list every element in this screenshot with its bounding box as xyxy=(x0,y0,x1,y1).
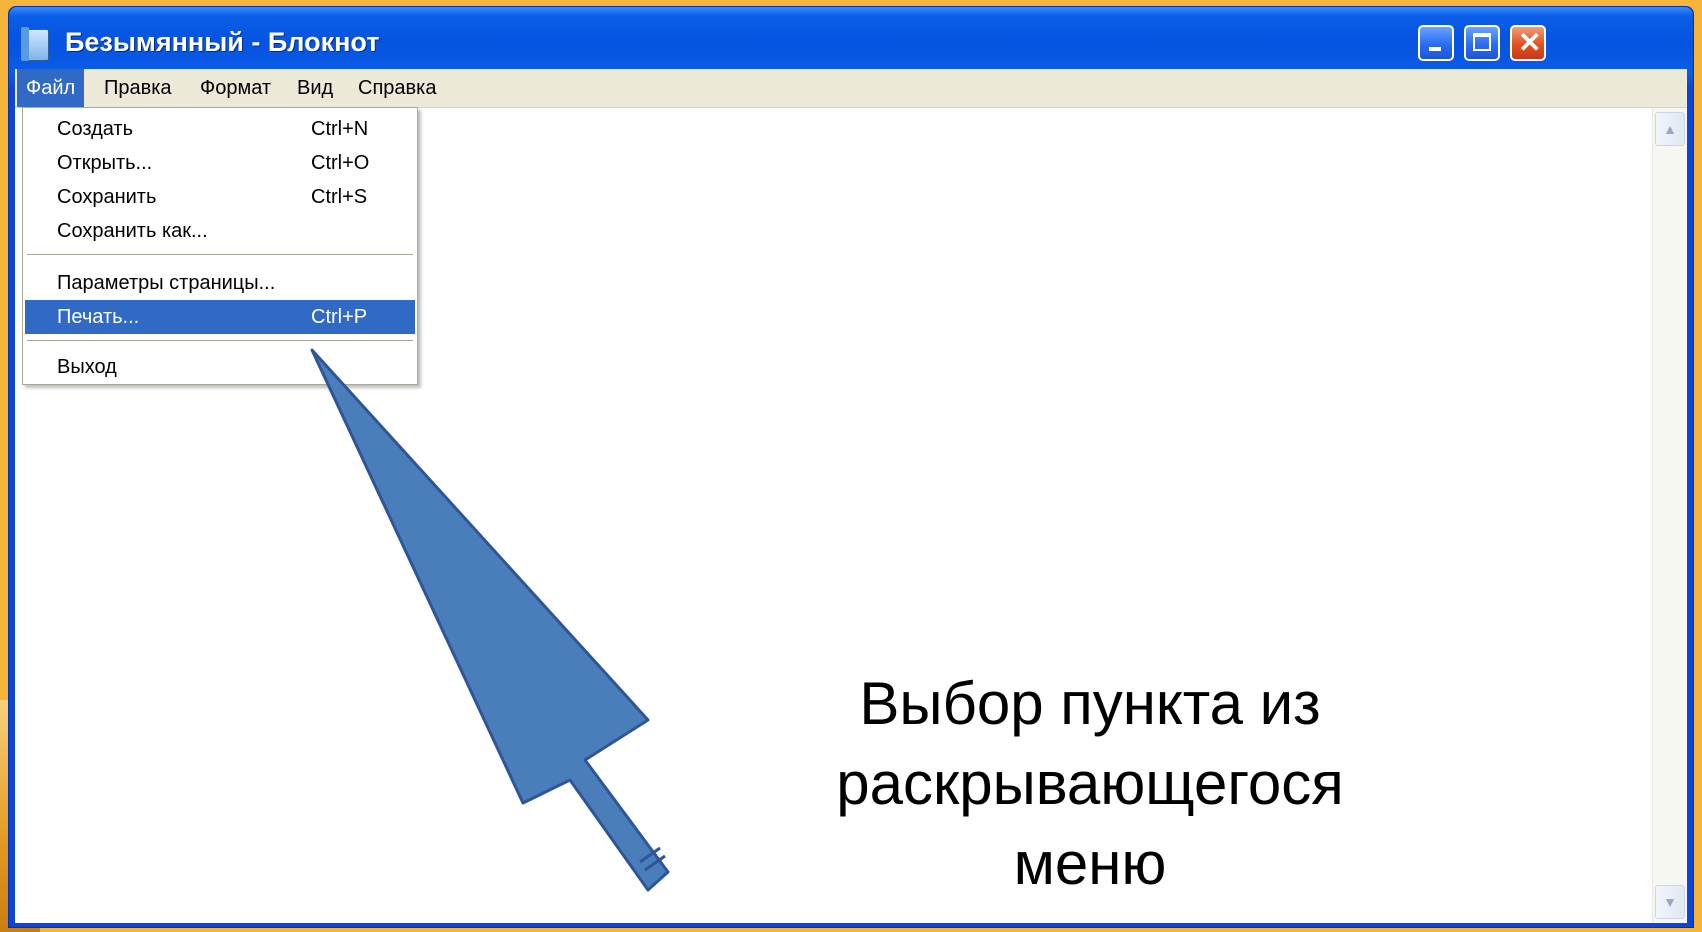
annotation-caption: Выбор пункта из раскрывающегося меню xyxy=(700,664,1480,904)
menu-bar: Файл Правка Формат Вид Справка xyxy=(15,69,1687,108)
menu-item-exit[interactable]: Выход xyxy=(25,350,415,384)
menu-item-print[interactable]: Печать... Ctrl+P xyxy=(25,300,415,334)
file-menu-dropdown: Создать Ctrl+N Открыть... Ctrl+O Сохрани… xyxy=(22,107,418,385)
caption-line-2: раскрывающегося xyxy=(836,750,1344,817)
scroll-up-button[interactable]: ▲ xyxy=(1655,112,1685,146)
close-button[interactable]: ✕ xyxy=(1510,25,1546,61)
menu-item-label: Параметры страницы... xyxy=(57,272,276,294)
caption-line-1: Выбор пункта из xyxy=(859,670,1321,737)
notepad-icon xyxy=(21,27,49,61)
menu-edit[interactable]: Правка xyxy=(95,69,181,107)
menu-item-label: Создать xyxy=(57,118,134,140)
menu-item-save-as[interactable]: Сохранить как... xyxy=(25,214,415,248)
chevron-up-icon: ▲ xyxy=(1663,121,1677,137)
menu-item-label: Открыть... xyxy=(57,152,153,174)
menu-item-page-setup[interactable]: Параметры страницы... xyxy=(25,266,415,300)
maximize-icon xyxy=(1473,33,1491,51)
menu-item-save[interactable]: Сохранить Ctrl+S xyxy=(25,180,415,214)
menu-item-new[interactable]: Создать Ctrl+N xyxy=(25,112,415,146)
caption-line-3: меню xyxy=(1013,830,1167,897)
menu-help[interactable]: Справка xyxy=(349,69,445,107)
menu-item-label: Сохранить xyxy=(57,186,157,208)
maximize-button[interactable] xyxy=(1464,25,1500,61)
menu-item-shortcut: Ctrl+P xyxy=(311,306,368,328)
menu-item-open[interactable]: Открыть... Ctrl+O xyxy=(25,146,415,180)
menu-item-label: Выход xyxy=(57,356,117,378)
minimize-icon xyxy=(1429,47,1441,51)
menu-format[interactable]: Формат xyxy=(191,69,280,107)
close-icon: ✕ xyxy=(1518,27,1542,58)
menu-item-shortcut: Ctrl+O xyxy=(311,152,370,174)
menu-item-label: Сохранить как... xyxy=(57,220,208,242)
menu-separator xyxy=(27,254,413,255)
menu-separator xyxy=(27,340,413,341)
menu-item-shortcut: Ctrl+S xyxy=(311,186,368,208)
vertical-scrollbar[interactable]: ▲ ▼ xyxy=(1652,108,1687,923)
menu-view[interactable]: Вид xyxy=(288,69,342,107)
scroll-down-button[interactable]: ▼ xyxy=(1655,885,1685,919)
chevron-down-icon: ▼ xyxy=(1663,894,1677,910)
window-title: Безымянный - Блокнот xyxy=(65,27,380,57)
menu-item-shortcut: Ctrl+N xyxy=(311,118,369,140)
minimize-button[interactable] xyxy=(1418,25,1454,61)
menu-file[interactable]: Файл xyxy=(17,69,85,107)
menu-item-label: Печать... xyxy=(57,306,140,328)
